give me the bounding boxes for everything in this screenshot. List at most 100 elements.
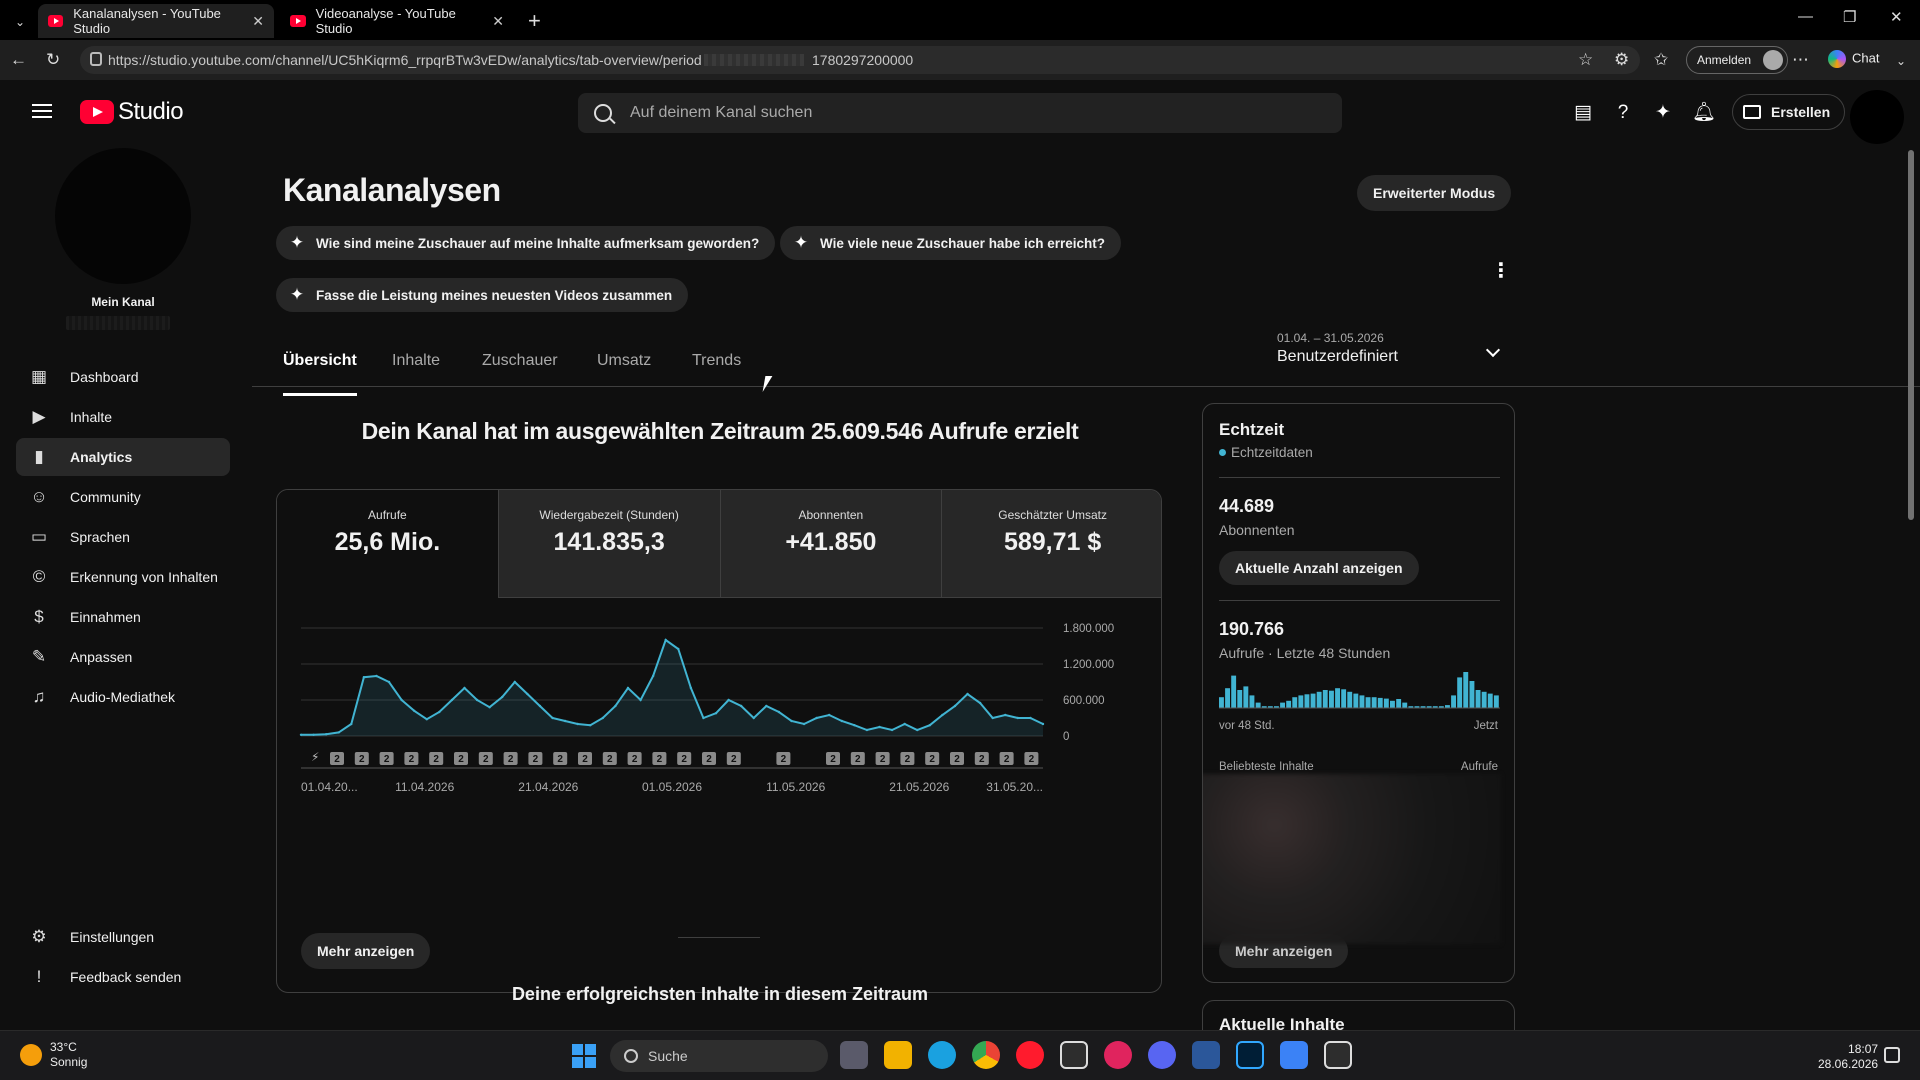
shorts-marker-icon[interactable]: ⚡ [311, 750, 319, 764]
create-button[interactable]: Erstellen [1732, 94, 1846, 130]
new-tab-icon[interactable]: + [528, 8, 541, 34]
data-point[interactable] [966, 692, 969, 696]
sidebar-item-copyright[interactable]: © Erkennung von Inhalten [16, 558, 230, 596]
realtime-bar[interactable] [1383, 698, 1389, 708]
data-point[interactable] [865, 728, 869, 732]
data-point[interactable] [1016, 716, 1020, 720]
sidebar-item-subtitles[interactable]: ▭ Sprachen [16, 518, 230, 556]
edge-icon[interactable] [928, 1041, 956, 1069]
realtime-bar[interactable] [1243, 686, 1249, 708]
data-point[interactable] [714, 712, 718, 715]
page-scrollbar[interactable] [1908, 150, 1914, 520]
suggestion-chip[interactable]: ✦ Wie sind meine Zuschauer auf meine Inh… [276, 226, 776, 260]
start-icon[interactable] [572, 1044, 596, 1068]
data-point[interactable] [501, 695, 504, 699]
sidebar-chevron-icon[interactable]: ⌄ [1896, 54, 1906, 68]
date-range-selector[interactable]: 01.04. – 31.05.2026 Benutzerdefiniert [1277, 331, 1502, 366]
sidebar-item-content[interactable]: ▶ Inhalte [16, 398, 230, 436]
realtime-bar[interactable] [1310, 693, 1316, 708]
data-point[interactable] [677, 647, 680, 651]
more-options-icon[interactable]: ⋮ [1491, 258, 1511, 283]
realtime-bar[interactable] [1390, 700, 1395, 708]
realtime-bar[interactable] [1457, 677, 1463, 708]
realtime-bar[interactable] [1365, 697, 1371, 708]
window-close-icon[interactable]: ✕ [1890, 8, 1903, 26]
realtime-bar[interactable] [1225, 688, 1230, 708]
data-point[interactable] [790, 719, 793, 723]
channel-avatar[interactable] [55, 148, 191, 284]
sidebar-item-gear[interactable]: ⚙ Einstellungen [16, 918, 230, 956]
notification-center-icon[interactable] [1884, 1047, 1900, 1063]
metric-subscribers[interactable]: Abonnenten +41.850 [720, 490, 943, 598]
data-point[interactable] [438, 710, 441, 714]
realtime-bar[interactable] [1481, 691, 1487, 708]
realtime-bar[interactable] [1329, 690, 1334, 708]
data-point[interactable] [375, 674, 378, 678]
data-point[interactable] [991, 716, 994, 720]
url-field[interactable]: https://studio.youtube.com/channel/UC5hK… [80, 46, 1640, 74]
data-point[interactable] [727, 698, 730, 702]
data-point[interactable] [739, 704, 743, 708]
views-line-chart[interactable]: 1.800.000 1.200.000 600.000 0 ⚡ 2 2 2 2 2 2 2 2 2 2 2 2 2… [277, 598, 1162, 928]
data-point[interactable] [777, 710, 781, 714]
data-point[interactable] [916, 728, 919, 732]
data-point[interactable] [828, 713, 831, 717]
data-point[interactable] [626, 686, 630, 690]
realtime-bar[interactable] [1377, 697, 1383, 708]
sidebar-item-feedback[interactable]: ! Feedback senden [16, 958, 230, 996]
data-point[interactable] [840, 719, 843, 723]
data-point[interactable] [890, 728, 894, 732]
realtime-bar[interactable] [1463, 672, 1469, 708]
data-point[interactable] [463, 686, 466, 690]
channel-search-input[interactable]: Auf deinem Kanal suchen [578, 93, 1342, 133]
sidebar-item-community[interactable]: ☺ Community [16, 478, 230, 516]
realtime-bar[interactable] [1298, 695, 1304, 708]
data-point[interactable] [928, 724, 932, 727]
data-point[interactable] [651, 674, 655, 678]
data-point[interactable] [551, 716, 554, 720]
close-tab-icon[interactable]: ✕ [492, 13, 504, 30]
realtime-bar[interactable] [1304, 694, 1310, 708]
realtime-bar[interactable] [1396, 699, 1402, 708]
close-tab-icon[interactable]: ✕ [252, 13, 264, 30]
data-point[interactable] [312, 733, 315, 736]
data-point[interactable] [878, 725, 881, 729]
notifications-bell-icon[interactable]: 🔔︎ [1692, 102, 1716, 124]
data-point[interactable] [526, 692, 529, 696]
realtime-bar[interactable] [1475, 690, 1481, 708]
data-point[interactable] [362, 676, 366, 679]
app-icon[interactable] [1280, 1041, 1308, 1069]
data-point[interactable] [350, 722, 353, 726]
realtime-bar[interactable] [1249, 695, 1255, 708]
realtime-bar[interactable] [1255, 702, 1261, 708]
data-point[interactable] [639, 698, 642, 702]
data-point[interactable] [589, 724, 592, 727]
data-point[interactable] [387, 680, 391, 684]
realtime-bar[interactable] [1359, 695, 1365, 708]
show-more-button[interactable]: Mehr anzeigen [301, 933, 431, 969]
app-icon[interactable] [1060, 1041, 1088, 1069]
studio-logo[interactable]: Studio [80, 98, 184, 126]
reload-icon[interactable]: ↻ [46, 50, 60, 70]
sidebar-item-dashboard[interactable]: ▦ Dashboard [16, 358, 230, 396]
tab-content[interactable]: Inhalte [392, 352, 440, 396]
data-point[interactable] [563, 719, 567, 723]
data-point[interactable] [815, 716, 818, 720]
data-point[interactable] [450, 698, 454, 702]
realtime-bar[interactable] [1347, 691, 1353, 708]
tab-overview[interactable]: Übersicht [283, 352, 357, 396]
data-point[interactable] [664, 638, 667, 642]
realtime-bar[interactable] [1219, 697, 1224, 708]
browser-tab[interactable]: Videoanalyse - YouTube Studio ✕ [280, 4, 514, 38]
data-point[interactable] [978, 701, 982, 705]
realtime-bar[interactable] [1316, 691, 1322, 708]
more-menu-icon[interactable]: ⋯ [1792, 50, 1809, 70]
sparkle-icon[interactable]: ✦ [1652, 102, 1674, 124]
chrome-icon[interactable] [972, 1041, 1000, 1069]
realtime-bar[interactable] [1353, 693, 1359, 708]
data-point[interactable] [488, 706, 491, 709]
realtime-bar[interactable] [1286, 700, 1292, 708]
data-point[interactable] [324, 733, 328, 736]
data-point[interactable] [1029, 716, 1032, 720]
data-point[interactable] [425, 718, 428, 721]
